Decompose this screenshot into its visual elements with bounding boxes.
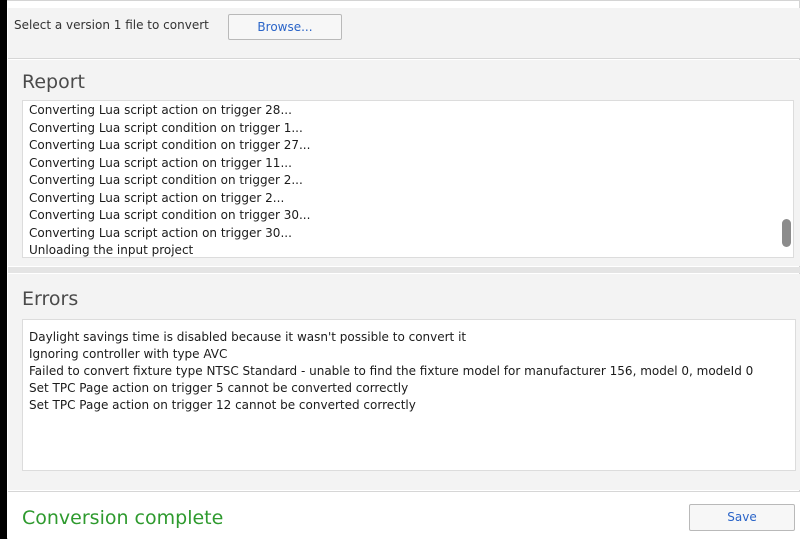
- section-divider: [8, 267, 800, 273]
- save-button[interactable]: Save: [689, 504, 795, 531]
- report-line: Converting Lua script condition on trigg…: [29, 173, 303, 187]
- browse-button[interactable]: Browse...: [228, 14, 342, 40]
- errors-title: Errors: [22, 288, 79, 310]
- report-line: Unloading the input project: [29, 243, 194, 257]
- report-line: Converting Lua script condition on trigg…: [29, 138, 311, 152]
- report-line: Converting Lua script condition on trigg…: [29, 208, 311, 222]
- report-line: Converting Lua script action on trigger …: [29, 103, 292, 117]
- error-line: Set TPC Page action on trigger 5 cannot …: [29, 381, 409, 395]
- report-line: Converting Lua script action on trigger …: [29, 190, 285, 205]
- error-line: Ignoring controller with type AVC: [29, 347, 228, 361]
- report-lines: Converting Lua script action on trigger …: [29, 102, 311, 257]
- error-line: Failed to convert fixture type NTSC Stan…: [29, 364, 754, 378]
- report-scroll-thumb[interactable]: [782, 219, 791, 247]
- conversion-status: Conversion complete: [22, 507, 224, 529]
- file-select-bar: [8, 8, 800, 59]
- report-title: Report: [22, 71, 85, 93]
- report-log[interactable]: Converting Lua script action on trigger …: [22, 100, 794, 258]
- errors-lines: Daylight savings time is disabled becaus…: [29, 329, 785, 414]
- report-line: Converting Lua script action on trigger …: [29, 225, 292, 240]
- report-line: Converting Lua script condition on trigg…: [29, 120, 303, 135]
- select-file-label: Select a version 1 file to convert: [14, 18, 209, 32]
- error-line: Set TPC Page action on trigger 12 cannot…: [29, 398, 416, 412]
- error-line: Daylight savings time is disabled becaus…: [29, 330, 467, 344]
- window-left-edge: [0, 0, 7, 539]
- errors-log[interactable]: Daylight savings time is disabled becaus…: [22, 319, 796, 471]
- report-line: Converting Lua script action on trigger …: [29, 155, 292, 170]
